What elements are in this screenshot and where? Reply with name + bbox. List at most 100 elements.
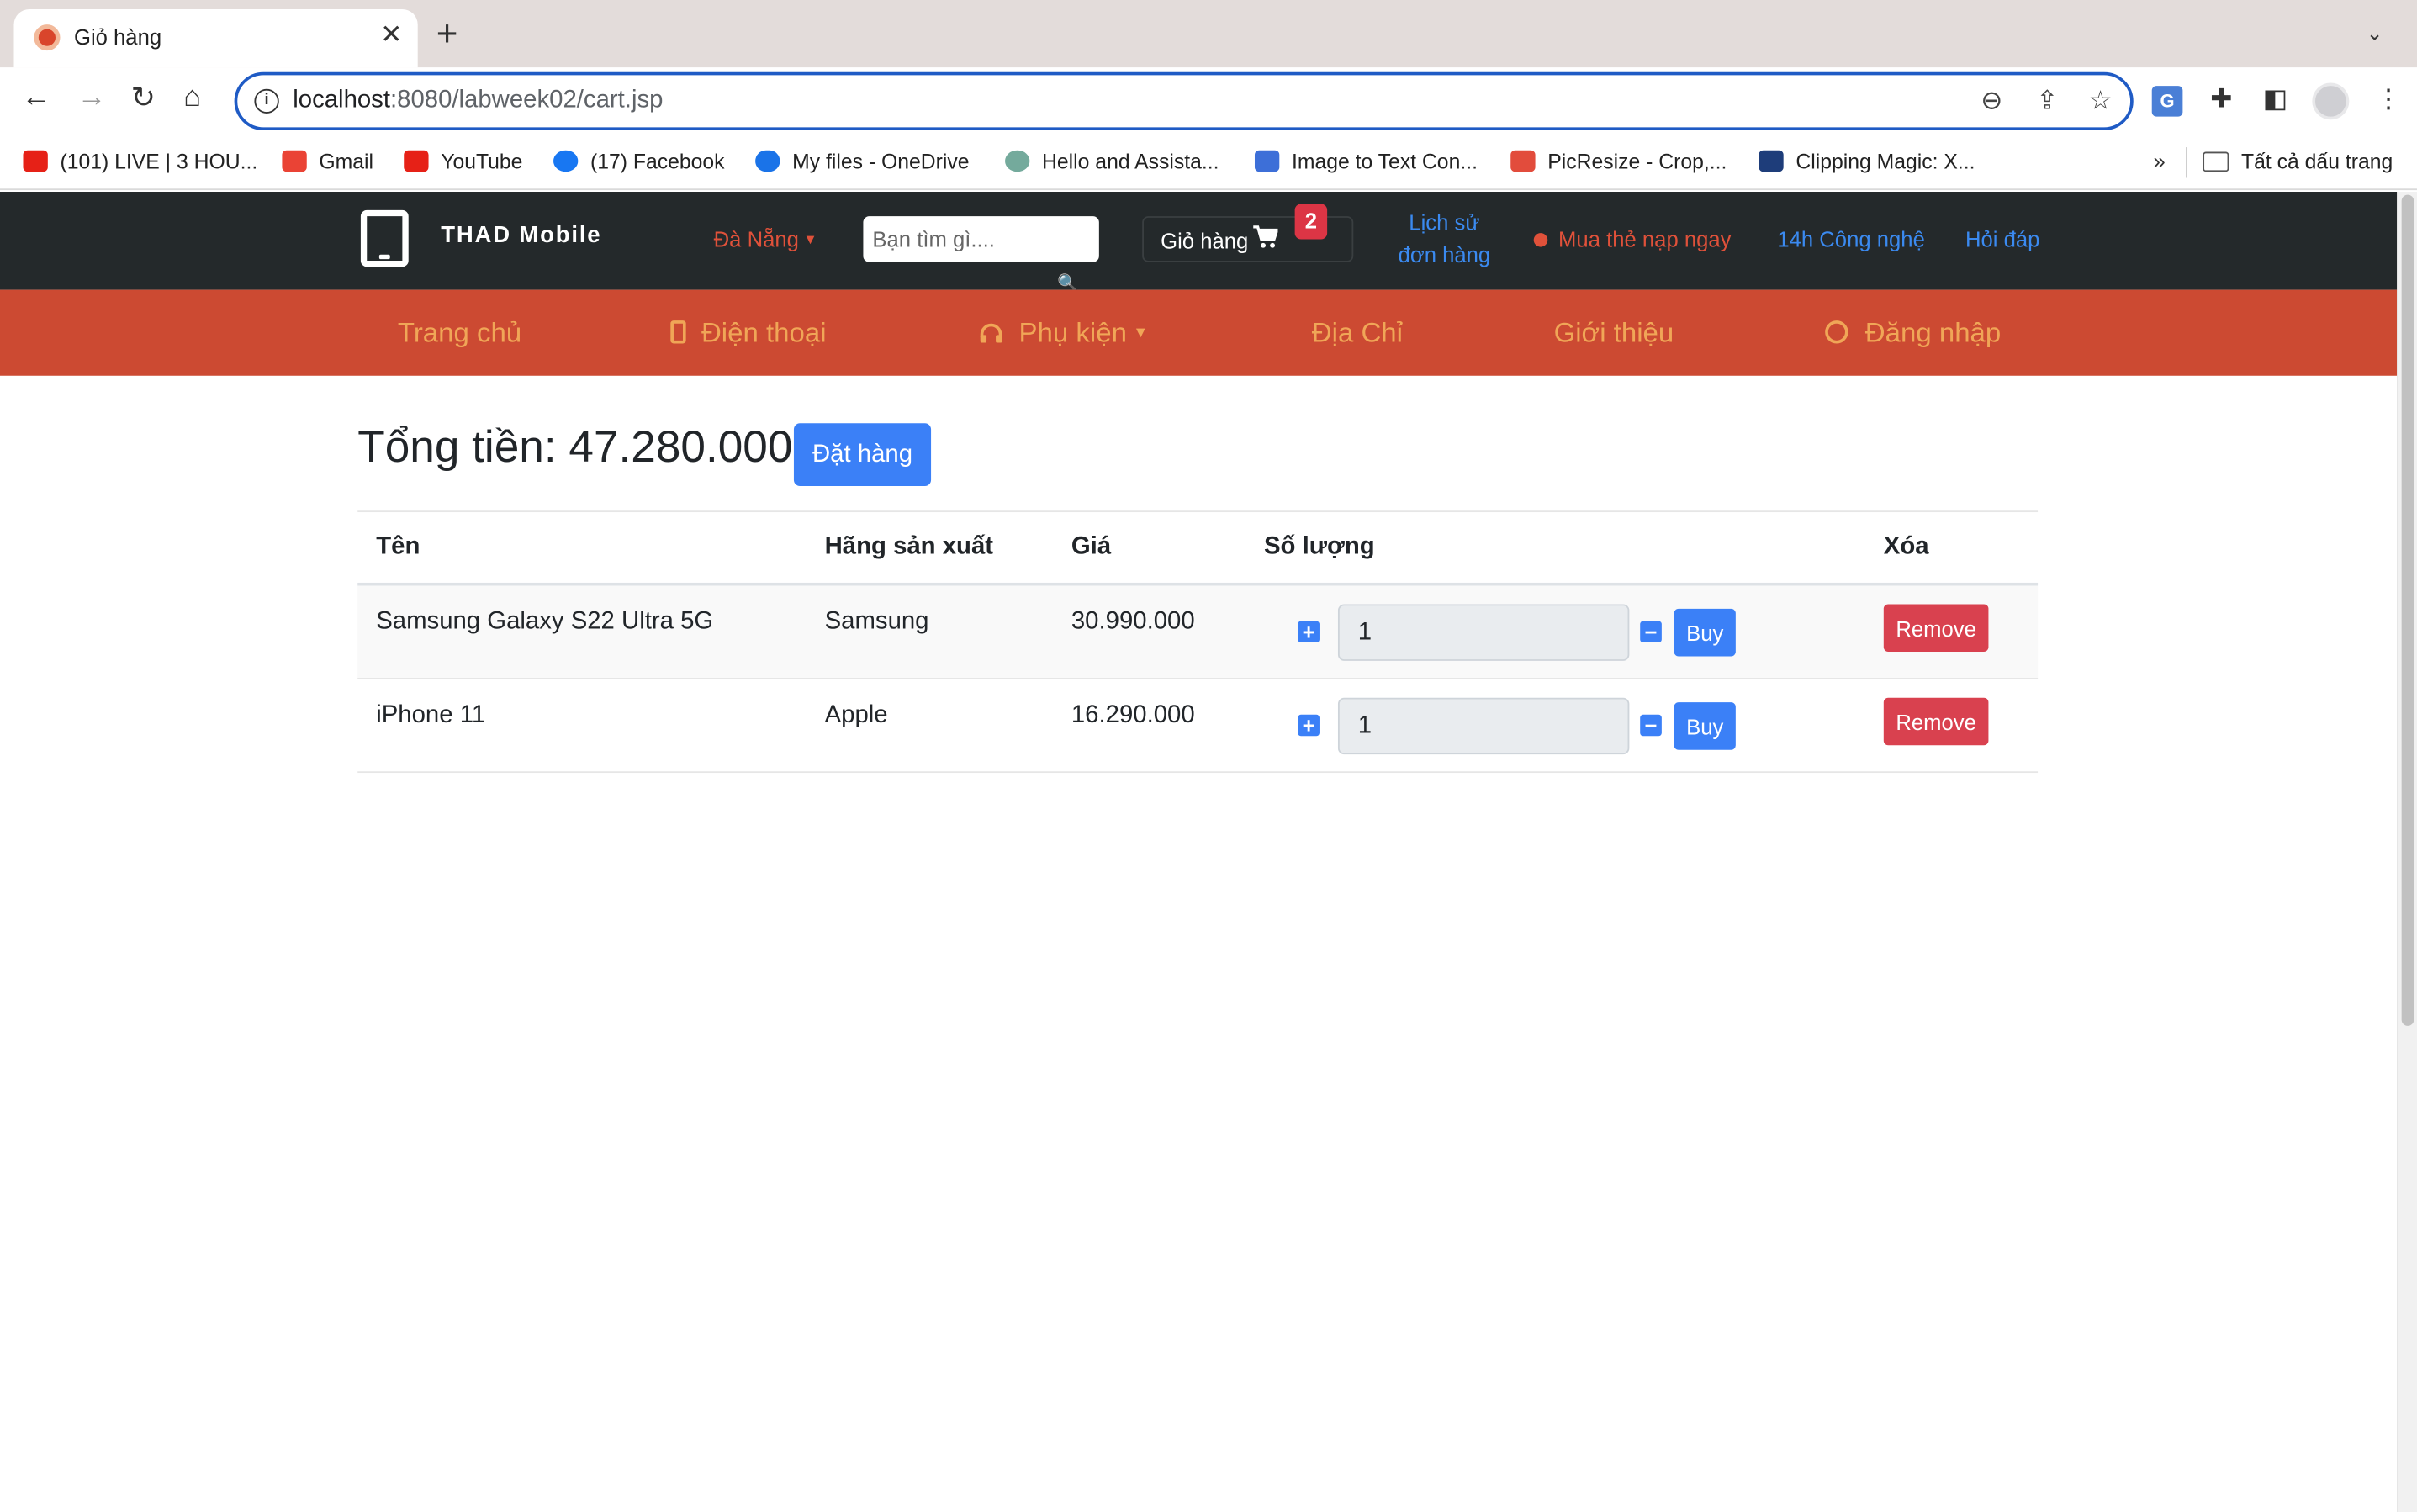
folder-icon: [2203, 151, 2229, 172]
site-info-icon[interactable]: i: [254, 88, 279, 114]
home-icon[interactable]: ⌂: [183, 82, 201, 115]
page-scrollbar[interactable]: [2397, 191, 2417, 1512]
mobile-phone-icon: [670, 320, 686, 344]
headphones-icon: [980, 323, 1002, 343]
facebook-icon: [553, 150, 579, 172]
plus-square-icon[interactable]: +: [1298, 621, 1320, 643]
bookmark-item[interactable]: (101) LIVE | 3 HOU...: [23, 150, 257, 173]
remove-button[interactable]: Remove: [1883, 697, 1989, 746]
nav-about[interactable]: Giới thiệu: [1554, 317, 1674, 349]
site-brand[interactable]: THAD Mobile: [441, 222, 601, 248]
zoom-icon[interactable]: ⊖: [1981, 86, 2002, 116]
cart-label: Giỏ hàng: [1161, 228, 1249, 253]
bookmark-item[interactable]: Hello and Assista...: [1005, 150, 1219, 174]
caret-down-icon: ▼: [1133, 325, 1149, 342]
url-host: localhost: [293, 87, 391, 114]
product-price: 30.990.000: [1071, 608, 1195, 635]
chatgpt-icon: [1005, 150, 1030, 172]
bookmark-item[interactable]: Gmail: [282, 150, 374, 174]
minus-square-icon[interactable]: −: [1640, 621, 1662, 643]
order-history-link[interactable]: Lịch sử đơn hàng: [1383, 207, 1506, 272]
city-dropdown[interactable]: Đà Nẵng ▼: [714, 227, 817, 251]
place-order-button[interactable]: Đặt hàng: [793, 423, 932, 487]
product-brand: Apple: [824, 702, 888, 729]
side-panel-icon[interactable]: ◧: [2263, 84, 2287, 114]
reload-icon[interactable]: ↻: [131, 82, 156, 117]
new-tab-icon[interactable]: +: [436, 16, 458, 54]
buy-button[interactable]: Buy: [1674, 608, 1736, 657]
bookmark-item[interactable]: YouTube: [404, 150, 523, 174]
more-bookmarks-icon[interactable]: »: [2154, 149, 2166, 173]
onedrive-icon: [755, 150, 780, 172]
shopping-cart-icon: [1253, 225, 1278, 248]
column-header-quantity: Số lượng: [1263, 533, 1375, 560]
nav-address[interactable]: Địa Chỉ: [1312, 317, 1403, 349]
back-icon[interactable]: ←: [22, 82, 51, 115]
record-dot-icon: [1533, 233, 1548, 247]
google-translate-icon[interactable]: G: [2151, 86, 2183, 117]
product-price: 16.290.000: [1071, 702, 1195, 729]
bookmark-label: Hello and Assista...: [1042, 150, 1219, 174]
topup-card-link[interactable]: Mua thẻ nạp ngay: [1533, 226, 1732, 252]
bookmark-label: Image to Text Con...: [1291, 150, 1478, 174]
caret-down-icon: ▼: [803, 231, 817, 247]
tab-search-chevron-icon[interactable]: ⌄: [2367, 22, 2383, 46]
forward-icon[interactable]: →: [77, 82, 107, 115]
profile-avatar[interactable]: [2312, 82, 2350, 120]
tech-news-link[interactable]: 14h Công nghệ: [1777, 227, 1925, 251]
bookmark-label: Clipping Magic: X...: [1796, 150, 1975, 174]
bookmark-star-icon[interactable]: ☆: [2089, 86, 2113, 116]
browser-tab[interactable]: Giỏ hàng ✕: [13, 8, 418, 68]
bookmark-label: YouTube: [441, 150, 523, 174]
plus-square-icon[interactable]: +: [1298, 715, 1320, 737]
browser-toolbar: ← → ↻ ⌂ i localhost:8080/labweek02/cart.…: [0, 67, 2417, 139]
bookmark-item[interactable]: Clipping Magic: X...: [1759, 150, 1975, 174]
bookmark-item[interactable]: (17) Facebook: [553, 150, 725, 173]
menu-kebab-icon[interactable]: ⋮: [2375, 84, 2401, 114]
url-text[interactable]: localhost:8080/labweek02/cart.jsp: [293, 87, 663, 115]
column-header-name: Tên: [376, 533, 420, 560]
youtube-icon: [404, 150, 429, 172]
extensions-icon[interactable]: ✚: [2210, 84, 2232, 114]
column-header-brand: Hãng sản xuất: [824, 533, 994, 560]
nav-phones[interactable]: Điện thoại: [670, 317, 827, 349]
bookmark-item[interactable]: PicResize - Crop,...: [1510, 150, 1727, 174]
tab-title: Giỏ hàng: [73, 24, 162, 50]
all-bookmarks-folder[interactable]: Tất cả dấu trang: [2203, 151, 2393, 173]
gmail-icon: [282, 150, 307, 172]
scrollbar-thumb[interactable]: [2401, 194, 2414, 1026]
faq-link[interactable]: Hỏi đáp: [1965, 227, 2039, 251]
address-bar[interactable]: i localhost:8080/labweek02/cart.jsp ⊖ ⇪ …: [234, 71, 2134, 130]
order-history-line1: Lịch sử: [1409, 209, 1480, 235]
share-icon[interactable]: ⇪: [2036, 86, 2058, 116]
topup-card-label: Mua thẻ nạp ngay: [1558, 226, 1732, 252]
product-name: iPhone 11: [376, 702, 486, 729]
minus-square-icon[interactable]: −: [1640, 715, 1662, 737]
table-row: Samsung Galaxy S22 Ultra 5G Samsung 30.9…: [357, 585, 2039, 679]
youtube-icon: [23, 150, 48, 172]
nav-home[interactable]: Trang chủ: [398, 317, 521, 349]
tablet-logo-icon[interactable]: [360, 209, 409, 267]
table-row: iPhone 11 Apple 16.290.000 + − Buy Remov…: [357, 679, 2039, 774]
bookmark-item[interactable]: Image to Text Con...: [1254, 150, 1478, 174]
quantity-input[interactable]: [1337, 697, 1630, 755]
buy-button[interactable]: Buy: [1674, 702, 1736, 750]
quantity-input[interactable]: [1337, 604, 1630, 661]
bookmark-label: PicResize - Crop,...: [1547, 150, 1727, 174]
bookmark-item[interactable]: My files - OneDrive: [755, 150, 969, 173]
order-history-line2: đơn hàng: [1398, 242, 1491, 267]
cart-count-badge: 2: [1294, 204, 1328, 240]
nav-login[interactable]: Đăng nhập: [1825, 317, 2001, 349]
nav-accessories[interactable]: Phụ kiện ▼: [979, 317, 1149, 349]
browser-window: Giỏ hàng ✕ + ⌄ ← → ↻ ⌂ i localhost:8080/…: [0, 0, 2417, 1512]
clippingmagic-icon: [1759, 150, 1784, 172]
remove-button[interactable]: Remove: [1883, 604, 1989, 652]
bookmarks-bar: (101) LIVE | 3 HOU... Gmail YouTube (17)…: [0, 138, 2417, 191]
search-input[interactable]: [863, 216, 1099, 262]
close-tab-icon[interactable]: ✕: [380, 20, 402, 50]
url-path: :8080/labweek02/cart.jsp: [390, 87, 664, 114]
cart-table: Tên Hãng sản xuất Giá Số lượng Xóa Samsu…: [357, 510, 2039, 774]
table-header: Tên Hãng sản xuất Giá Số lượng Xóa: [357, 510, 2039, 586]
page-viewport: THAD Mobile Đà Nẵng▼ 🔍 Giỏ hàng 2 Lịch s…: [0, 191, 2417, 1512]
bookmark-label: Gmail: [319, 150, 374, 174]
